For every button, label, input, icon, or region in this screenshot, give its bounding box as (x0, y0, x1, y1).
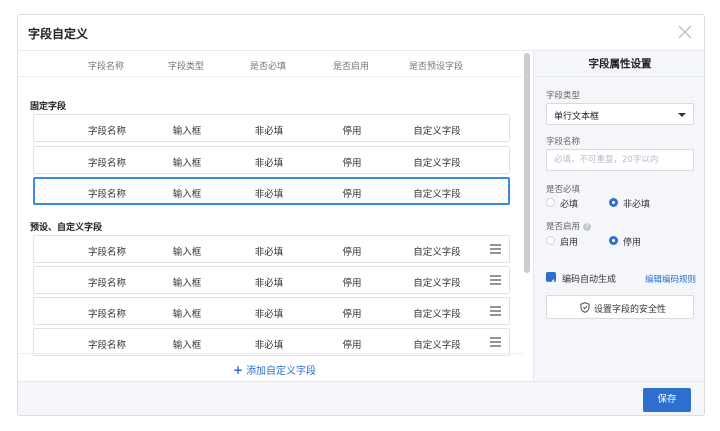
field-type-label: 字段类型 (546, 91, 581, 101)
field-properties-panel: 字段属性设置 字段类型 单行文本框 字段名称 是否必填 必填 非必填 是否启用?… (533, 51, 704, 381)
cell-name: 字段名称 (87, 278, 127, 289)
col-header-type: 字段类型 (167, 62, 205, 72)
table-row[interactable]: 字段名称 输入框 非必填 停用 自定义字段 (33, 297, 510, 325)
cell-type: 输入框 (172, 340, 202, 351)
cell-enabled: 停用 (342, 126, 362, 137)
field-type-value: 单行文本框 (554, 112, 600, 122)
field-name-input[interactable] (546, 149, 694, 171)
table-row[interactable]: 字段名称 输入框 非必填 停用 自定义字段 (33, 114, 510, 142)
table-header: 字段名称 字段类型 是否必填 是否启用 是否预设字段 (18, 51, 522, 77)
cell-required: 非必填 (254, 158, 284, 169)
cell-type: 输入框 (172, 278, 202, 289)
auto-code-label: 编码自动生成 (562, 275, 617, 285)
col-header-required: 是否必填 (249, 62, 287, 72)
cell-type: 输入框 (172, 126, 202, 137)
table-row[interactable]: 字段名称 输入框 非必填 停用 自定义字段 (33, 328, 510, 356)
col-header-enabled: 是否启用 (332, 62, 370, 72)
radio-dot (609, 236, 618, 245)
cell-preset: 自定义字段 (413, 189, 461, 200)
cell-enabled: 停用 (342, 340, 362, 351)
radio-label: 必填 (560, 200, 579, 210)
cell-enabled: 停用 (342, 309, 362, 320)
cell-name: 字段名称 (87, 126, 127, 137)
cell-preset: 自定义字段 (413, 247, 461, 258)
auto-code-checkbox[interactable] (546, 272, 556, 286)
caret-down-icon (678, 113, 686, 117)
cell-required: 非必填 (254, 189, 284, 200)
custom-fields-label: 预设、自定义字段 (30, 223, 103, 233)
cell-preset: 自定义字段 (413, 309, 461, 320)
field-name-label: 字段名称 (546, 137, 581, 147)
dialog-header: 字段自定义 (18, 15, 704, 51)
cell-enabled: 停用 (342, 158, 362, 169)
save-button[interactable]: 保存 (643, 388, 691, 412)
dialog-title: 字段自定义 (28, 27, 89, 41)
cell-required: 非必填 (254, 340, 284, 351)
panel-title: 字段属性设置 (534, 51, 704, 77)
cell-enabled: 停用 (342, 247, 362, 258)
cell-required: 非必填 (254, 126, 284, 137)
col-header-name: 字段名称 (87, 62, 125, 72)
cell-preset: 自定义字段 (413, 340, 461, 351)
cell-required: 非必填 (254, 247, 284, 258)
table-row[interactable]: 字段名称 输入框 非必填 停用 自定义字段 (33, 266, 510, 294)
fixed-fields-label: 固定字段 (30, 102, 67, 112)
add-custom-field-button[interactable]: + 添加自定义字段 (233, 362, 316, 377)
cell-required: 非必填 (254, 309, 284, 320)
cell-type: 输入框 (172, 189, 202, 200)
cell-preset: 自定义字段 (413, 158, 461, 169)
cell-enabled: 停用 (342, 189, 362, 200)
cell-type: 输入框 (172, 247, 202, 258)
field-type-select[interactable]: 单行文本框 (546, 103, 694, 125)
table-row-selected[interactable]: 字段名称 输入框 非必填 停用 自定义字段 (33, 177, 510, 205)
edit-code-rule-link[interactable]: 编辑编码规则 (645, 273, 696, 285)
cell-type: 输入框 (172, 309, 202, 320)
field-security-label: 设置字段的安全性 (594, 305, 667, 315)
plus-icon: + (233, 363, 244, 377)
enabled-label: 是否启用? (546, 220, 592, 232)
field-list-pane: 字段名称 字段类型 是否必填 是否启用 是否预设字段 固定字段 字段名称 输入框… (18, 51, 533, 381)
scrollbar-thumb[interactable] (524, 53, 530, 273)
add-field-bar: + 添加自定义字段 (18, 353, 523, 381)
drag-handle-icon[interactable] (490, 275, 501, 285)
dialog-footer: 保存 (18, 381, 704, 415)
shield-icon (580, 302, 590, 313)
close-icon[interactable] (676, 23, 694, 41)
radio-label: 非必填 (623, 200, 651, 210)
add-custom-field-label: 添加自定义字段 (246, 366, 317, 377)
radio-dot (546, 198, 555, 207)
required-label: 是否必填 (546, 185, 581, 195)
help-icon[interactable]: ? (583, 222, 592, 231)
cell-name: 字段名称 (87, 309, 127, 320)
cell-enabled: 停用 (342, 278, 362, 289)
list-scrollbar[interactable] (524, 53, 530, 379)
cell-name: 字段名称 (87, 189, 127, 200)
cell-name: 字段名称 (87, 340, 127, 351)
radio-label: 停用 (623, 238, 642, 248)
col-header-preset: 是否预设字段 (408, 62, 464, 72)
cell-preset: 自定义字段 (413, 126, 461, 137)
check-icon (547, 279, 555, 286)
cell-name: 字段名称 (87, 247, 127, 258)
field-customization-dialog: 字段自定义 字段名称 字段类型 是否必填 是否启用 是否预设字段 固定字段 字段… (17, 14, 705, 416)
radio-label: 启用 (560, 238, 579, 248)
cell-required: 非必填 (254, 278, 284, 289)
radio-dot (609, 198, 618, 207)
table-row[interactable]: 字段名称 输入框 非必填 停用 自定义字段 (33, 235, 510, 263)
enabled-label-text: 是否启用 (546, 222, 581, 232)
cell-preset: 自定义字段 (413, 278, 461, 289)
drag-handle-icon[interactable] (490, 306, 501, 316)
drag-handle-icon[interactable] (490, 244, 501, 254)
table-row[interactable]: 字段名称 输入框 非必填 停用 自定义字段 (33, 146, 510, 174)
radio-dot (546, 236, 555, 245)
drag-handle-icon[interactable] (490, 337, 501, 347)
cell-type: 输入框 (172, 158, 202, 169)
field-security-button[interactable]: 设置字段的安全性 (546, 295, 694, 319)
cell-name: 字段名称 (87, 158, 127, 169)
